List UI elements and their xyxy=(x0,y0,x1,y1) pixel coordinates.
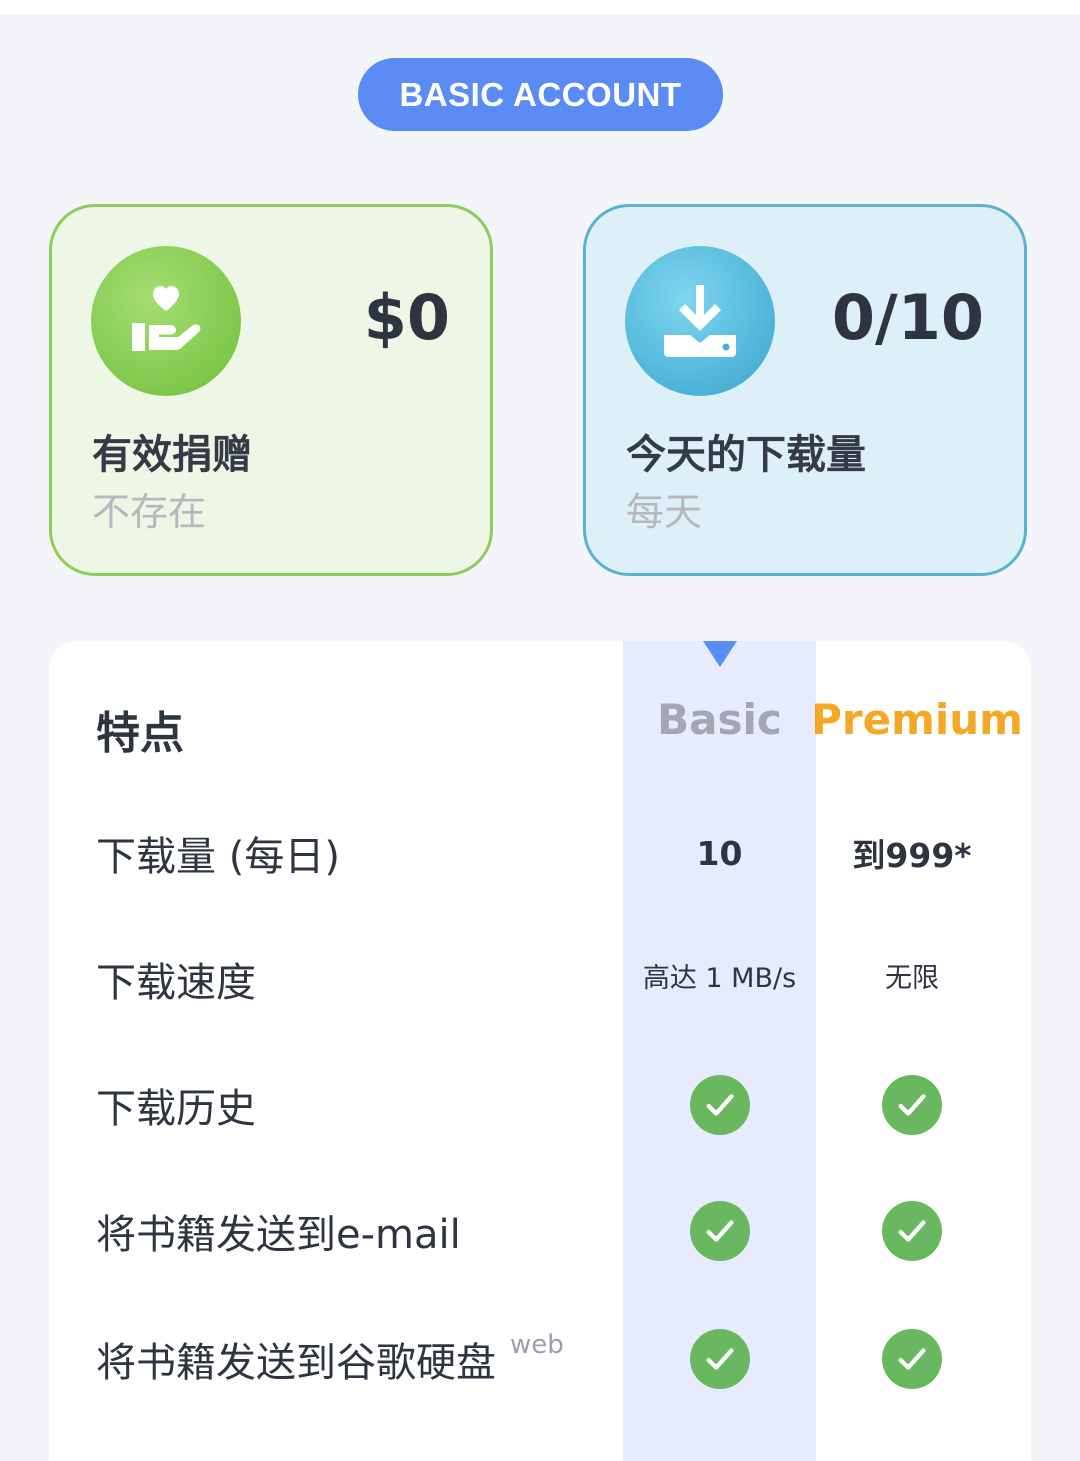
check-icon xyxy=(689,1329,750,1389)
check-icon xyxy=(882,1201,942,1261)
top-divider xyxy=(0,0,1080,14)
check-icon xyxy=(882,1329,942,1389)
account-type-badge[interactable]: BASIC ACCOUNT xyxy=(358,58,723,131)
downloads-label: 今天的下载量 xyxy=(626,432,866,478)
feature-label: 下载历史 xyxy=(96,1086,256,1132)
premium-value: 到999* xyxy=(852,836,972,875)
premium-value: 无限 xyxy=(885,962,939,994)
table-row: 将书籍发送到e-mail xyxy=(49,1168,1031,1294)
premium-column-header[interactable]: Premium xyxy=(808,699,1026,741)
basic-value xyxy=(623,1168,816,1294)
donation-label: 有效捐赠 xyxy=(92,432,252,478)
check-icon xyxy=(689,1075,750,1135)
feature-label-text: 将书籍发送到谷歌硬盘 xyxy=(96,1340,496,1386)
feature-label: 下载速度 xyxy=(96,960,256,1006)
downloads-card[interactable]: 0/10 今天的下载量 每天 xyxy=(583,204,1027,576)
feature-label: 下载量 (每日) xyxy=(96,834,340,880)
donation-status: 不存在 xyxy=(92,490,207,534)
check-icon xyxy=(689,1201,750,1261)
premium-value xyxy=(816,1042,1008,1168)
premium-value xyxy=(816,1168,1008,1294)
features-title: 特点 xyxy=(96,708,184,759)
premium-value xyxy=(816,1296,1008,1422)
table-row: 下载历史 xyxy=(49,1042,1031,1168)
table-row: 将书籍发送到谷歌硬盘 web xyxy=(49,1296,1031,1422)
current-plan-pointer-icon xyxy=(703,641,737,667)
feature-label: 将书籍发送到谷歌硬盘 web xyxy=(96,1296,564,1422)
web-tag: web xyxy=(510,1330,564,1360)
downloads-period: 每天 xyxy=(626,490,703,534)
basic-column-header[interactable]: Basic xyxy=(623,699,816,741)
basic-value: 10 xyxy=(696,833,743,873)
download-icon xyxy=(625,246,775,396)
donation-icon xyxy=(91,246,241,396)
features-comparison-table: 特点 Basic Premium 下载量 (每日) 10 到999* 下载速度 … xyxy=(49,641,1031,1461)
table-row: 下载速度 高达 1 MB/s 无限 xyxy=(49,916,1031,1042)
basic-value: 高达 1 MB/s xyxy=(642,962,797,994)
downloads-count: 0/10 xyxy=(831,281,984,354)
donation-card[interactable]: $0 有效捐赠 不存在 xyxy=(49,204,493,576)
donation-amount: $0 xyxy=(363,281,450,354)
basic-value xyxy=(623,1296,816,1422)
check-icon xyxy=(882,1075,942,1135)
basic-value xyxy=(623,1042,816,1168)
table-row: 下载量 (每日) 10 到999* xyxy=(49,790,1031,916)
feature-label: 将书籍发送到e-mail xyxy=(96,1212,461,1258)
